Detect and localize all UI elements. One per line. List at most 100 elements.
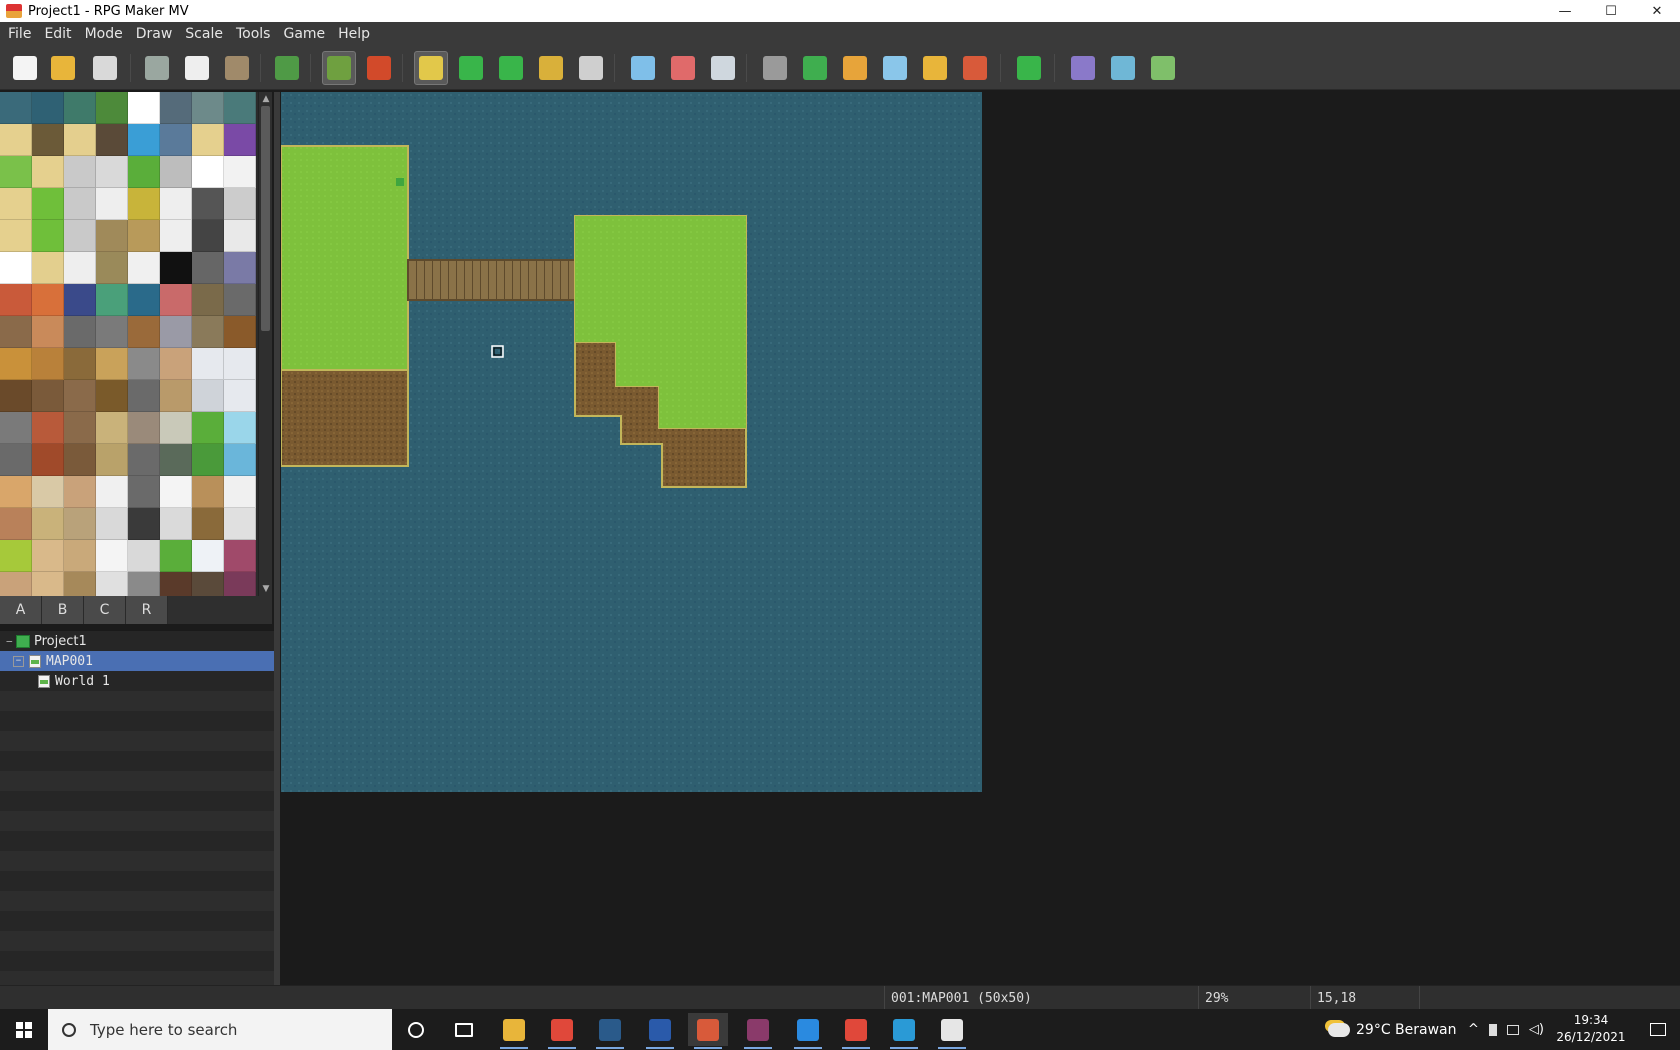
tileset-tile[interactable] [192,252,224,284]
shadow-pen-button[interactable] [574,51,608,85]
tileset-tile[interactable] [224,252,256,284]
tileset-tile[interactable] [224,572,256,596]
tileset-tile[interactable] [128,284,160,316]
pencil-button[interactable] [414,51,448,85]
tileset-tile[interactable] [64,348,96,380]
tileset-tile[interactable] [0,444,32,476]
tree-item-project[interactable]: − Project1 [0,631,274,651]
tileset-tile[interactable] [192,444,224,476]
tileset-tile[interactable] [224,124,256,156]
deploy-button[interactable] [1066,51,1100,85]
map-mode-button[interactable] [322,51,356,85]
tileset-tile[interactable] [224,444,256,476]
tileset-tile[interactable] [64,572,96,596]
tileset-tile[interactable] [224,476,256,508]
tileset-tile[interactable] [160,508,192,540]
tileset-tile[interactable] [224,92,256,124]
tileset-tile[interactable] [0,92,32,124]
tileset-tile[interactable] [96,220,128,252]
menu-tools[interactable]: Tools [236,26,271,42]
menu-file[interactable]: File [8,26,31,42]
speaker-icon[interactable]: ◁) [1529,1022,1544,1037]
tileset-tile[interactable] [0,156,32,188]
open-project-button[interactable] [46,51,80,85]
tileset-scrollbar[interactable]: ▲ ▼ [258,92,272,596]
tileset-tile[interactable] [96,156,128,188]
tileset-tile[interactable] [64,508,96,540]
zoom-in-button[interactable] [626,51,660,85]
tileset-tile[interactable] [32,252,64,284]
tileset-tile[interactable] [96,316,128,348]
tileset-tile[interactable] [96,540,128,572]
tileset-tile[interactable] [128,380,160,412]
tileset-tile[interactable] [128,220,160,252]
weather-widget[interactable]: 29°C Berawan [1328,1009,1457,1050]
tileset-tile[interactable] [0,508,32,540]
close-button[interactable]: ✕ [1634,0,1680,22]
playtest-button[interactable] [1012,51,1046,85]
tileset-tile[interactable] [192,380,224,412]
tileset-tile[interactable] [224,220,256,252]
tileset-tile[interactable] [0,540,32,572]
taskbar-task-view[interactable] [444,1013,484,1046]
scrollbar-thumb[interactable] [261,106,270,331]
tileset-tile[interactable] [0,572,32,596]
minimize-button[interactable]: — [1542,0,1588,22]
tileset-tile[interactable] [192,508,224,540]
tileset-tile[interactable] [192,348,224,380]
tileset-tile[interactable] [128,444,160,476]
tileset-tile[interactable] [0,380,32,412]
steam-management-button[interactable] [1106,51,1140,85]
flood-fill-button[interactable] [534,51,568,85]
tileset-tile[interactable] [32,188,64,220]
tileset-tile[interactable] [64,92,96,124]
tileset-tile[interactable] [192,412,224,444]
tileset-tile[interactable] [160,220,192,252]
map-canvas-area[interactable] [280,92,1680,985]
tileset-tile[interactable] [128,92,160,124]
tileset-tile[interactable] [0,284,32,316]
undo-button[interactable] [270,51,304,85]
tileset-tile[interactable] [160,476,192,508]
tileset-tile[interactable] [96,508,128,540]
tileset-tile[interactable] [160,284,192,316]
tileset-tile[interactable] [192,188,224,220]
tileset-tile[interactable] [64,156,96,188]
tileset-tile[interactable] [192,156,224,188]
tileset-tile[interactable] [64,124,96,156]
paste-button[interactable] [220,51,254,85]
tileset-tile[interactable] [96,572,128,596]
tileset-tile[interactable] [128,156,160,188]
tileset-tile[interactable] [64,188,96,220]
taskbar-word[interactable] [640,1013,680,1049]
tileset-tile[interactable] [64,316,96,348]
tileset-tile[interactable] [0,188,32,220]
tileset-tile[interactable] [32,508,64,540]
maximize-button[interactable]: ☐ [1588,0,1634,22]
tileset-tile[interactable] [224,156,256,188]
tree-item-world-1[interactable]: World 1 [0,671,274,691]
taskbar-steam[interactable] [590,1013,630,1049]
actual-size-button[interactable] [706,51,740,85]
tileset-tile[interactable] [32,92,64,124]
tileset-tile[interactable] [128,252,160,284]
tileset-tile[interactable] [0,412,32,444]
menu-scale[interactable]: Scale [185,26,223,42]
usb-icon[interactable] [1488,1023,1497,1036]
taskbar-file-explorer[interactable] [494,1013,534,1049]
tileset-tile[interactable] [224,380,256,412]
tileset-tile[interactable] [160,444,192,476]
tileset-tile[interactable] [128,476,160,508]
event-searcher-button[interactable] [878,51,912,85]
tileset-tile[interactable] [0,348,32,380]
tileset-tile[interactable] [160,156,192,188]
tileset-tile[interactable] [96,348,128,380]
taskbar-search-input[interactable]: Type here to search [48,1009,392,1050]
tileset-tile[interactable] [96,444,128,476]
tileset-tile[interactable] [32,476,64,508]
taskbar-edge[interactable] [884,1013,924,1049]
scroll-up-icon[interactable]: ▲ [259,92,273,106]
menu-help[interactable]: Help [338,26,370,42]
tileset-tile[interactable] [96,380,128,412]
tileset-tile[interactable] [128,124,160,156]
